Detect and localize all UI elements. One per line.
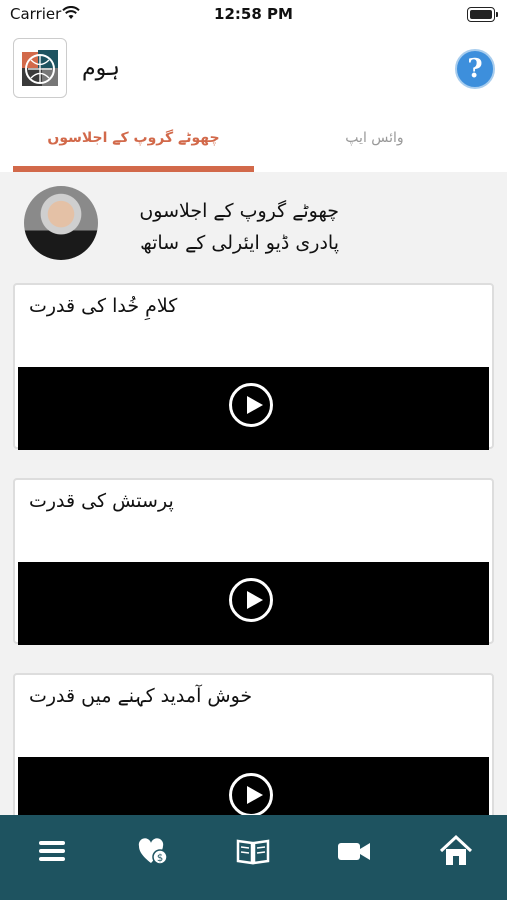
bible-icon[interactable] [236,834,270,868]
session-title: خوش آمدید کہنے میں قدرت [29,685,253,707]
menu-icon[interactable] [35,834,69,868]
clock: 12:58 PM [214,5,293,23]
video-player[interactable] [18,562,489,645]
session-title: کلامِ خُدا کی قدرت [29,295,178,317]
intro-subtitle: پادری ڈیو ایئرلی کے ساتھ [140,232,339,254]
tab-label: وائس ایپ [345,130,404,146]
page-title: ہوم [82,56,120,81]
intro-banner: چھوٹے گروپ کے اجلاسوں پادری ڈیو ایئرلی ک… [0,172,507,270]
tab-small-group-sessions[interactable]: چھوٹے گروپ کے اجلاسوں [13,110,254,172]
status-bar: Carrier 12:58 PM [0,0,507,30]
intro-title: چھوٹے گروپ کے اجلاسوں [139,200,339,222]
app-logo[interactable] [13,38,67,98]
tab-bar-top: چھوٹے گروپ کے اجلاسوں وائس ایپ [0,110,507,172]
header: ہوم ? [0,30,507,111]
help-icon[interactable]: ? [455,49,495,89]
battery-icon [467,7,498,22]
tab-why-app[interactable]: وائس ایپ [254,110,495,172]
svg-text:$: $ [157,853,163,864]
session-card[interactable]: پرستش کی قدرت [13,478,494,645]
tab-label: چھوٹے گروپ کے اجلاسوں [47,130,220,146]
play-icon[interactable] [229,383,273,427]
video-player[interactable] [18,367,489,450]
play-icon[interactable] [229,773,273,817]
play-icon[interactable] [229,578,273,622]
avatar [24,186,98,260]
session-title: پرستش کی قدرت [29,490,174,512]
session-card[interactable]: کلامِ خُدا کی قدرت [13,283,494,450]
home-icon[interactable] [439,834,473,868]
bottom-tab-bar: $ [0,815,507,900]
heart-donate-icon[interactable]: $ [136,834,170,868]
video-camera-icon[interactable] [337,834,371,868]
